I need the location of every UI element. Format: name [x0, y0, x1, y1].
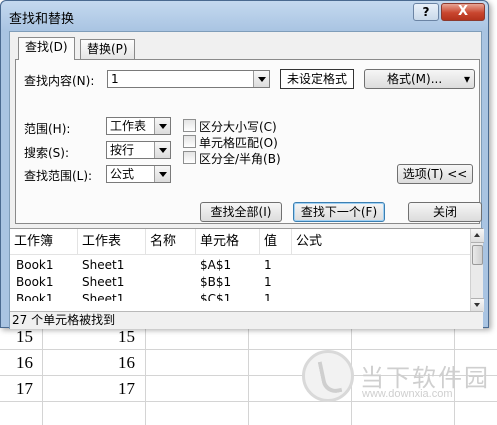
column-header-sheet[interactable]: 工作表 — [78, 229, 146, 255]
search-order-select[interactable]: 按行 — [106, 141, 171, 159]
result-sheet: Sheet1 — [82, 275, 125, 289]
watermark-logo-icon — [302, 350, 354, 402]
within-value: 工作表 — [110, 119, 147, 133]
chevron-down-icon[interactable] — [154, 118, 170, 134]
help-button[interactable]: ? — [413, 3, 439, 21]
tab-find[interactable]: 查找(D) — [18, 37, 75, 60]
match-entire-cell-label: 单元格匹配(O) — [199, 136, 278, 150]
find-tab-panel: 查找内容(N): 1 未设定格式 格式(M)... ▾ 范围(H): 工作表 搜… — [15, 59, 480, 224]
column-header-formula[interactable]: 公式 — [292, 229, 470, 255]
dialog-title: 查找和替换 — [9, 12, 75, 27]
dialog-body: 查找(D) 替换(P) 查找内容(N): 1 未设定格式 格式(M)... ▾ … — [9, 31, 484, 329]
results-list[interactable]: 工作簿 工作表 名称 单元格 值 公式 Book1 Sheet1 $A$1 1 … — [10, 228, 484, 312]
result-cell: $A$1 — [200, 258, 232, 272]
result-value: 1 — [264, 292, 272, 301]
match-case-checkbox[interactable] — [183, 119, 196, 132]
result-value: 1 — [264, 275, 272, 289]
options-button[interactable]: 选项(T) << — [397, 164, 473, 184]
match-byte-label: 区分全/半角(B) — [199, 152, 281, 166]
scroll-thumb[interactable] — [472, 245, 483, 265]
chevron-down-icon[interactable] — [154, 142, 170, 158]
result-cell: $B$1 — [200, 275, 232, 289]
look-in-label: 查找范围(L): — [24, 169, 93, 183]
result-row[interactable]: Book1 Sheet1 $C$1 1 — [10, 291, 470, 301]
watermark-url: www.downxia.com — [362, 388, 453, 400]
format-button[interactable]: 格式(M)... ▾ — [364, 69, 475, 89]
find-what-input[interactable]: 1 — [107, 70, 270, 88]
chevron-down-icon[interactable] — [253, 71, 269, 87]
format-button-label: 格式(M)... — [387, 72, 443, 86]
search-order-value: 按行 — [110, 143, 135, 157]
search-label: 搜索(S): — [24, 146, 70, 160]
row-divider — [0, 401, 497, 402]
scroll-up-icon[interactable] — [471, 229, 484, 243]
find-all-button[interactable]: 查找全部(I) — [200, 202, 282, 222]
sheet-cell[interactable]: 16 — [16, 350, 33, 376]
result-sheet: Sheet1 — [82, 258, 125, 272]
column-header-workbook[interactable]: 工作簿 — [10, 229, 78, 255]
find-next-button[interactable]: 查找下一个(F) — [293, 202, 385, 222]
column-header-value[interactable]: 值 — [260, 229, 292, 255]
sheet-cell[interactable]: 16 — [118, 350, 135, 376]
look-in-select[interactable]: 公式 — [106, 165, 171, 183]
result-row[interactable]: Book1 Sheet1 $B$1 1 — [10, 274, 470, 291]
match-byte-checkbox[interactable] — [183, 151, 196, 164]
result-workbook: Book1 — [16, 258, 54, 272]
column-header-cell[interactable]: 单元格 — [196, 229, 260, 255]
within-label: 范围(H): — [24, 122, 71, 136]
column-header-name[interactable]: 名称 — [146, 229, 196, 255]
results-header: 工作簿 工作表 名称 单元格 值 公式 — [10, 229, 470, 255]
title-bar[interactable]: 查找和替换 ? X — [1, 1, 488, 31]
format-preview: 未设定格式 — [280, 69, 354, 89]
result-workbook: Book1 — [16, 292, 54, 301]
within-select[interactable]: 工作表 — [106, 117, 171, 135]
close-button[interactable]: 关闭 — [408, 202, 482, 222]
tab-replace[interactable]: 替换(P) — [80, 39, 135, 59]
dropdown-arrow-icon: ▾ — [463, 72, 470, 86]
row-divider — [0, 349, 497, 350]
scroll-down-icon[interactable] — [471, 298, 484, 312]
result-row[interactable]: Book1 Sheet1 $A$1 1 — [10, 257, 470, 274]
result-workbook: Book1 — [16, 275, 54, 289]
close-window-button[interactable]: X — [441, 3, 485, 21]
result-sheet: Sheet1 — [82, 292, 125, 301]
results-scrollbar[interactable] — [470, 229, 484, 312]
sheet-cell[interactable]: 17 — [16, 376, 33, 402]
find-replace-dialog: 查找和替换 ? X 查找(D) 替换(P) 查找内容(N): 1 未设定格式 格… — [0, 0, 489, 329]
result-cell: $C$1 — [200, 292, 232, 301]
sheet-cell[interactable]: 17 — [118, 376, 135, 402]
look-in-value: 公式 — [110, 167, 135, 181]
find-what-label: 查找内容(N): — [24, 74, 95, 88]
chevron-down-icon[interactable] — [154, 166, 170, 182]
match-entire-cell-checkbox[interactable] — [183, 135, 196, 148]
status-bar: 27 个单元格被找到 — [10, 311, 483, 329]
find-what-value: 1 — [111, 72, 119, 86]
match-case-label: 区分大小写(C) — [199, 120, 277, 134]
result-value: 1 — [264, 258, 272, 272]
